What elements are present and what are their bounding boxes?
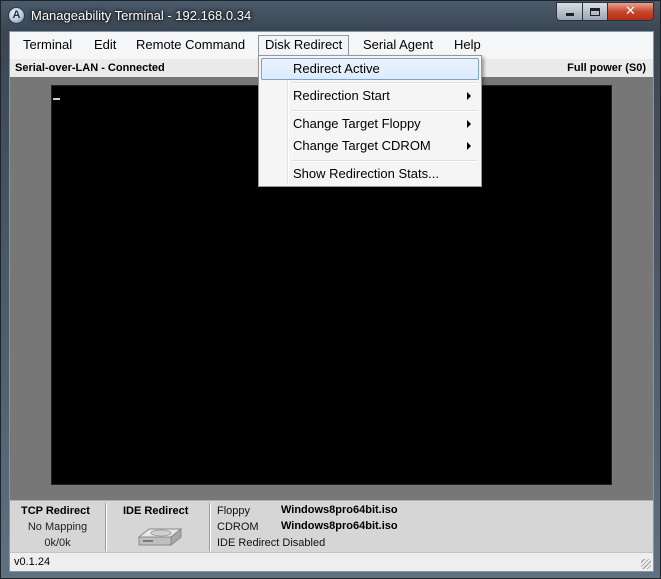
ide-redirect-title: IDE Redirect: [123, 505, 189, 517]
panel-divider: [209, 503, 211, 551]
resize-grip[interactable]: [641, 559, 651, 569]
minimize-icon: [565, 13, 574, 16]
menu-item-label: Change Target CDROM: [293, 138, 431, 153]
menu-separator: [291, 160, 478, 162]
menu-item-label: Redirect Active: [293, 61, 380, 76]
menu-serial-agent[interactable]: Serial Agent: [357, 35, 439, 57]
menu-disk-redirect[interactable]: Disk Redirect: [258, 35, 350, 57]
title-bar[interactable]: A Manageability Terminal - 192.168.0.34 …: [1, 1, 660, 31]
disk-drive-icon: [137, 527, 183, 547]
menu-item-change-target-cdrom[interactable]: Change Target CDROM: [261, 135, 479, 157]
tcp-rate: 0k/0k: [44, 537, 71, 549]
menu-item-change-target-floppy[interactable]: Change Target Floppy: [261, 113, 479, 135]
app-window: A Manageability Terminal - 192.168.0.34 …: [0, 0, 661, 579]
redirect-status-panel: TCP Redirect No Mapping 0k/0k IDE Redire…: [10, 500, 653, 552]
menu-help[interactable]: Help: [448, 35, 487, 57]
panel-divider: [105, 503, 107, 551]
tcp-mapping: No Mapping: [27, 521, 88, 533]
version-status-bar: v0.1.24: [10, 552, 653, 571]
menu-terminal[interactable]: Terminal: [17, 35, 78, 57]
floppy-image: Windows8pro64bit.iso: [281, 504, 398, 516]
submenu-arrow-icon: [467, 92, 471, 100]
app-logo-icon[interactable]: A: [8, 7, 25, 24]
maximize-button[interactable]: [583, 2, 608, 21]
cdrom-label: CDROM: [217, 521, 259, 533]
menu-item-show-redirection-stats[interactable]: Show Redirection Stats...: [261, 163, 479, 185]
close-button[interactable]: ✕: [608, 2, 654, 21]
menu-item-label: Show Redirection Stats...: [293, 166, 439, 181]
tcp-redirect-title: TCP Redirect: [21, 505, 90, 517]
power-state: Full power (S0): [567, 62, 646, 74]
menu-separator: [291, 110, 478, 112]
submenu-arrow-icon: [467, 120, 471, 128]
version-label: v0.1.24: [14, 556, 51, 568]
menu-remote-command[interactable]: Remote Command: [130, 35, 251, 57]
menu-edit[interactable]: Edit: [88, 35, 122, 57]
maximize-icon: [590, 7, 600, 16]
terminal-cursor: [53, 98, 60, 100]
menu-item-redirect-active[interactable]: Redirect Active: [261, 58, 479, 80]
menu-item-label: Change Target Floppy: [293, 116, 421, 131]
menu-item-label: Redirection Start: [293, 88, 390, 103]
floppy-label: Floppy: [217, 505, 251, 517]
ide-redirect-status: IDE Redirect Disabled: [217, 537, 326, 549]
minimize-button[interactable]: [556, 2, 583, 21]
menu-item-redirection-start[interactable]: Redirection Start: [261, 85, 479, 107]
close-icon: ✕: [625, 4, 636, 19]
disk-redirect-menu: Redirect Active Redirection Start Change…: [258, 55, 482, 187]
submenu-arrow-icon: [467, 142, 471, 150]
window-controls: ✕: [556, 2, 654, 22]
connection-status: Serial-over-LAN - Connected: [15, 62, 165, 74]
window-title: Manageability Terminal - 192.168.0.34: [31, 8, 252, 23]
cdrom-image: Windows8pro64bit.iso: [281, 520, 398, 532]
menu-separator: [291, 82, 478, 84]
